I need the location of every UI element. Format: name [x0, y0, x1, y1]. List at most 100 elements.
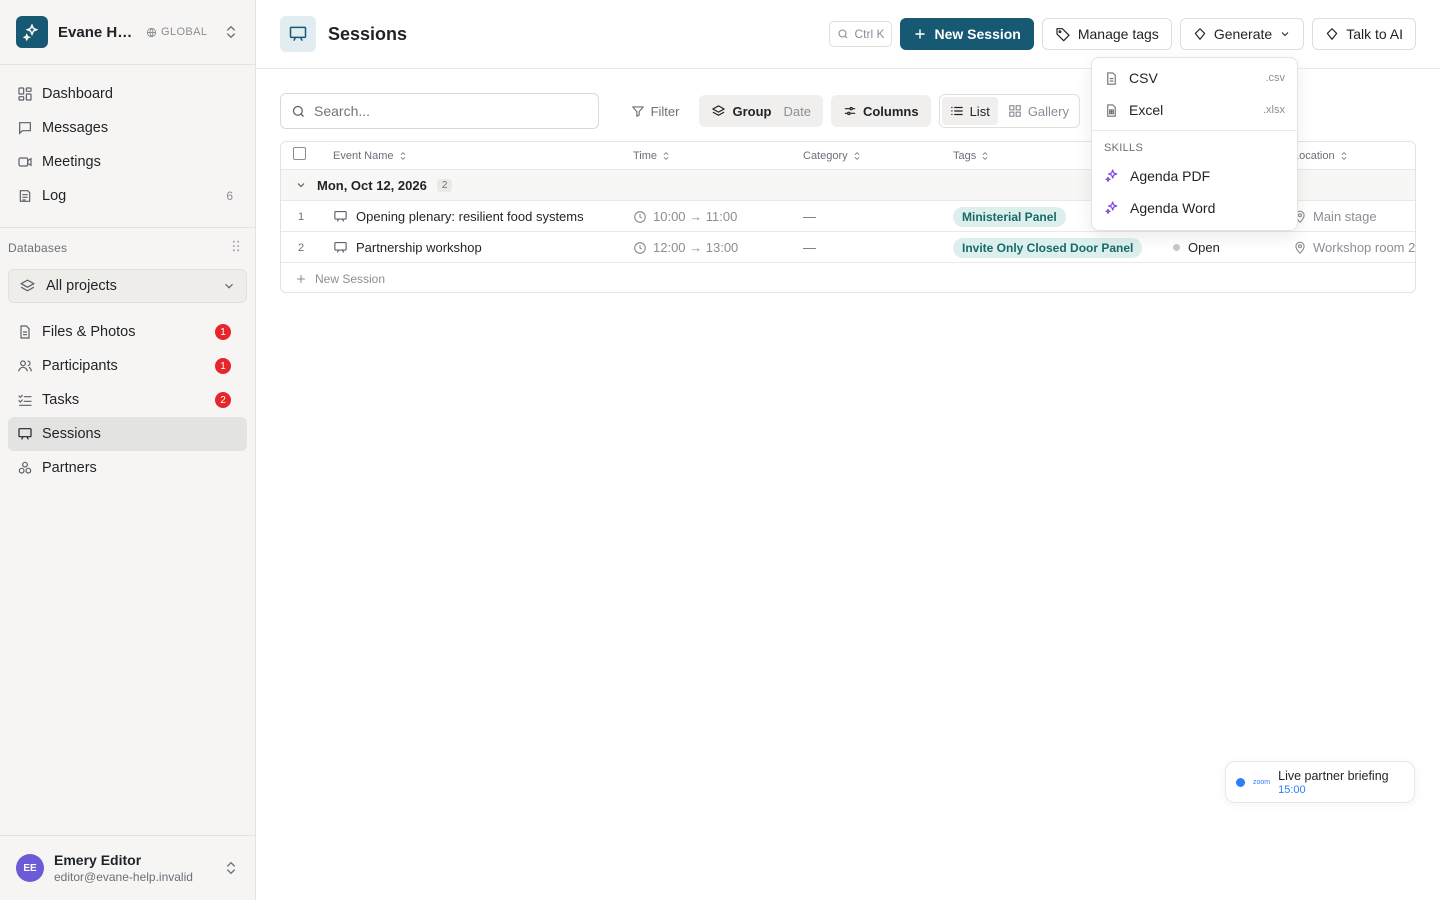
databases-header: Databases	[0, 228, 255, 255]
nav-item-meetings[interactable]: Meetings	[8, 145, 247, 179]
columns-button[interactable]: Columns	[830, 95, 931, 127]
diamond-icon	[1194, 28, 1206, 40]
location-cell: Main stage	[1293, 201, 1377, 232]
column-header-time[interactable]: Time	[633, 150, 671, 162]
sidebar-item-label: Partners	[42, 460, 97, 476]
column-label: Event Name	[333, 149, 394, 162]
location-name: Main stage	[1313, 209, 1377, 224]
sidebar-item-participants[interactable]: Participants 1	[8, 349, 247, 383]
database-nav: Files & Photos 1 Participants 1 Tasks 2 …	[0, 311, 255, 485]
column-header-category[interactable]: Category	[803, 150, 862, 162]
map-pin-icon	[1295, 241, 1305, 254]
grid-icon	[1008, 105, 1021, 117]
column-header-event-name[interactable]: Event Name	[333, 150, 408, 162]
group-label: Group	[732, 103, 772, 119]
menu-item-label: Excel	[1129, 102, 1164, 118]
filter-button[interactable]: Filter	[619, 95, 692, 127]
menu-item-label: Agenda PDF	[1130, 168, 1211, 184]
talk-to-ai-button[interactable]: Talk to AI	[1312, 18, 1416, 50]
search-icon	[838, 29, 848, 39]
page-title: Sessions	[328, 23, 408, 44]
databases-label: Databases	[8, 240, 68, 255]
menu-item-agenda-word[interactable]: Agenda Word	[1092, 192, 1297, 224]
nav-item-log[interactable]: Log 6	[8, 179, 247, 213]
row-index: 2	[297, 241, 305, 254]
avatar: EE	[16, 854, 44, 882]
live-meeting-title: Live partner briefing	[1278, 768, 1389, 783]
zoom-logo: zoom	[1253, 778, 1271, 786]
generate-button[interactable]: Generate	[1179, 18, 1305, 50]
table-row[interactable]: 2 Partnership workshop 12:00 → 13:00 — I…	[281, 232, 1415, 263]
project-select-label: All projects	[46, 278, 117, 294]
presentation-icon	[334, 241, 347, 253]
workspace-scope: GLOBAL	[146, 26, 207, 38]
sidebar-item-partners[interactable]: Partners	[8, 451, 247, 485]
sort-icon	[400, 151, 405, 160]
manage-tags-button[interactable]: Manage tags	[1041, 18, 1172, 50]
view-gallery-button[interactable]: Gallery	[1000, 97, 1077, 125]
sliders-icon	[844, 106, 856, 116]
filter-icon	[631, 106, 644, 117]
drag-handle-icon[interactable]	[231, 240, 241, 255]
workspace-header[interactable]: Evane He... GLOBAL	[0, 0, 255, 65]
select-all-checkbox[interactable]	[293, 147, 306, 160]
search-box[interactable]	[280, 93, 599, 129]
new-session-row-button[interactable]: New Session	[281, 263, 1415, 292]
sidebar: Evane He... GLOBAL Dashboard Messages Me…	[0, 0, 256, 900]
chevron-down-icon	[297, 183, 305, 188]
command-search-button[interactable]: Ctrl K	[829, 21, 893, 47]
search-icon	[292, 105, 304, 117]
dashboard-icon	[16, 85, 34, 103]
view-list-button[interactable]: List	[941, 97, 998, 125]
live-meeting-card[interactable]: zoom Live partner briefing 15:00	[1225, 761, 1415, 803]
live-meeting-info: Live partner briefing 15:00	[1278, 769, 1388, 796]
event-name-cell: Partnership workshop	[333, 232, 482, 263]
nav-item-dashboard[interactable]: Dashboard	[8, 77, 247, 111]
nav-item-messages[interactable]: Messages	[8, 111, 247, 145]
menu-item-excel[interactable]: Excel .xlsx	[1092, 94, 1297, 126]
sidebar-item-files-photos[interactable]: Files & Photos 1	[8, 315, 247, 349]
column-label: Tags	[953, 149, 977, 162]
user-name: Emery Editor	[54, 852, 142, 868]
sidebar-item-sessions[interactable]: Sessions	[8, 417, 247, 451]
time-range: 12:00 → 13:00	[653, 240, 739, 255]
chevrons-updown-icon[interactable]	[223, 24, 239, 40]
menu-item-agenda-pdf[interactable]: Agenda PDF	[1092, 160, 1297, 192]
column-header-location[interactable]: Location	[1293, 150, 1349, 162]
new-session-button[interactable]: New Session	[900, 18, 1034, 50]
column-header-tags[interactable]: Tags	[953, 150, 990, 162]
location-name: Workshop room 2	[1313, 240, 1416, 255]
menu-item-csv[interactable]: CSV .csv	[1092, 62, 1297, 94]
live-dot	[1236, 777, 1245, 787]
generate-label: Generate	[1213, 26, 1273, 42]
notification-badge: 1	[215, 324, 231, 340]
presentation-icon	[280, 16, 316, 52]
users-icon	[16, 357, 34, 375]
menu-item-label: Agenda Word	[1130, 200, 1216, 216]
log-icon	[16, 187, 34, 205]
chevrons-updown-icon[interactable]	[223, 860, 239, 876]
sparkles-icon	[1105, 201, 1118, 214]
presentation-icon	[16, 425, 34, 443]
sort-icon	[854, 151, 860, 160]
new-session-row-label: New Session	[315, 271, 386, 286]
header-actions: Ctrl K New Session Manage tags Generate …	[829, 18, 1416, 50]
event-name: Partnership workshop	[356, 240, 482, 255]
time-cell: 10:00 → 11:00	[633, 201, 737, 232]
nav-label: Log	[42, 188, 67, 204]
user-account[interactable]: EE Emery Editor editor@evane-help.invali…	[0, 835, 255, 900]
sort-icon	[663, 151, 669, 160]
sidebar-item-tasks[interactable]: Tasks 2	[8, 383, 247, 417]
search-input[interactable]	[314, 103, 574, 119]
menu-item-label: CSV	[1129, 70, 1158, 86]
new-session-label: New Session	[934, 26, 1021, 42]
partners-icon	[16, 459, 34, 477]
message-icon	[16, 119, 34, 137]
group-button[interactable]: Group Date	[699, 95, 823, 127]
diamond-icon	[1326, 28, 1338, 40]
project-select[interactable]: All projects	[8, 269, 247, 303]
tags-cell: Invite Only Closed Door Panel	[953, 232, 1143, 263]
layers-icon	[19, 278, 36, 295]
main-nav: Dashboard Messages Meetings Log 6	[0, 65, 255, 213]
manage-tags-label: Manage tags	[1077, 26, 1159, 42]
